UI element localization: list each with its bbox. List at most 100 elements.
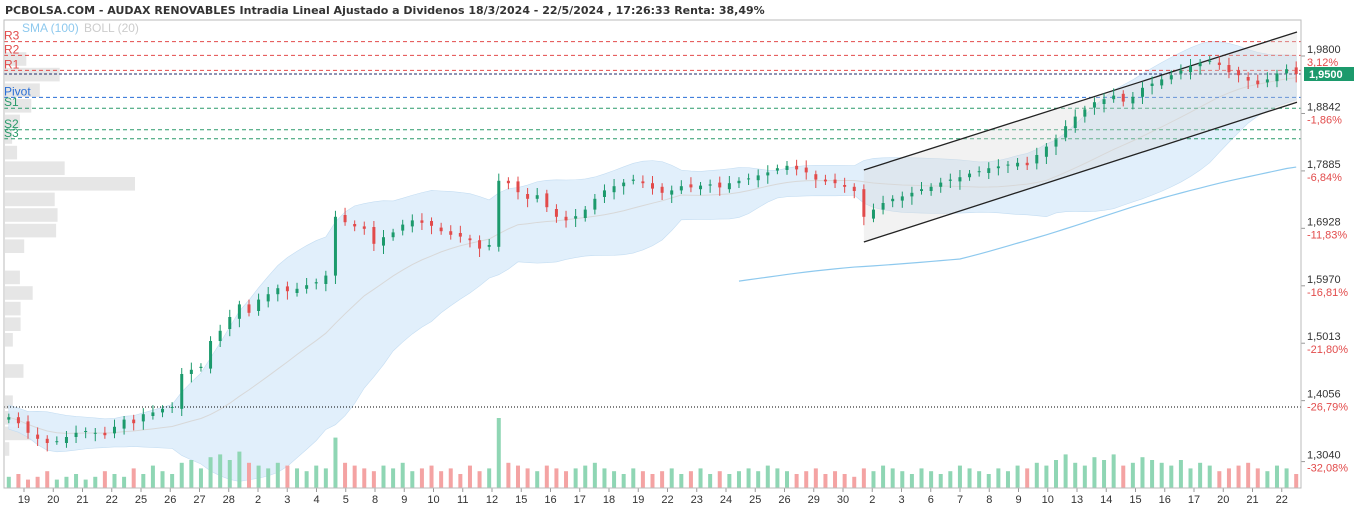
y-tick-label: 1,3040 (1307, 450, 1341, 462)
x-tick-label: 26 (778, 494, 790, 506)
candle-body (1016, 162, 1020, 167)
volume-bar (198, 468, 203, 488)
volume-profile-bar (5, 192, 55, 207)
candle-body (487, 245, 491, 247)
candle-body (151, 412, 155, 416)
candle-body (1265, 79, 1269, 83)
volume-bar (1005, 471, 1010, 488)
y-tick-percent: -21,80% (1307, 344, 1348, 356)
volume-profile-bar (5, 208, 58, 222)
y-tick-percent: -1,86% (1307, 114, 1342, 126)
x-tick-label: 28 (223, 494, 235, 506)
candle (497, 173, 501, 252)
volume-bar (938, 474, 943, 488)
candle-body (209, 341, 213, 369)
volume-bar (1217, 471, 1222, 488)
volume-bar (400, 462, 405, 488)
volume-bar (727, 474, 732, 488)
volume-bar (794, 474, 799, 488)
volume-bar (564, 471, 569, 488)
x-tick-label: 17 (574, 494, 586, 506)
y-tick-percent: -11,83% (1307, 229, 1347, 241)
candle-body (353, 224, 357, 227)
y-tick-percent: -26,79% (1307, 402, 1348, 414)
candle-body (843, 185, 847, 187)
volume-profile-bar (5, 223, 57, 238)
volume-bar (1150, 460, 1155, 488)
candle-body (64, 437, 68, 443)
candle-body (1160, 79, 1164, 86)
volume-bar (1054, 460, 1059, 488)
candle-body (602, 190, 606, 197)
volume-bar (1284, 468, 1289, 488)
candle-body (305, 285, 309, 289)
candle (180, 368, 184, 416)
candle-body (420, 220, 424, 223)
candle-body (103, 432, 107, 436)
candle-body (1275, 73, 1279, 82)
volume-profile-bar (5, 161, 65, 175)
candle-body (132, 419, 136, 424)
candle-body (968, 173, 972, 178)
volume-bar (496, 418, 501, 488)
candle-body (1294, 67, 1298, 74)
volume-bar (1140, 457, 1145, 488)
candle-body (295, 288, 299, 293)
volume-bar (785, 471, 790, 488)
legend-sma-label: SMA (100) (22, 21, 79, 35)
volume-bar (833, 471, 838, 488)
candle-body (631, 179, 635, 181)
candle-body (112, 426, 116, 434)
volume-bar (160, 471, 165, 488)
candle-body (1198, 62, 1202, 67)
x-tick-label: 25 (135, 494, 147, 506)
volume-bar (189, 460, 194, 488)
candle-body (622, 182, 626, 187)
candle-body (468, 238, 472, 241)
volume-bar (592, 462, 597, 488)
candle-body (199, 366, 203, 368)
level-label-r1: R1 (4, 57, 20, 71)
candle-body (1025, 162, 1029, 166)
x-tick-label: 7 (957, 494, 963, 506)
candle-body (266, 294, 270, 302)
volume-bar (890, 468, 895, 488)
candle-body (804, 167, 808, 173)
volume-bar (1121, 465, 1126, 488)
volume-bar (1265, 471, 1270, 488)
candle-body (823, 179, 827, 182)
volume-profile-bar (5, 177, 135, 191)
volume-bar (371, 471, 376, 488)
volume-bar (391, 468, 396, 488)
candle-body (948, 179, 952, 181)
volume-bar (1092, 457, 1097, 488)
x-tick-label: 22 (106, 494, 118, 506)
candle-body (285, 286, 289, 292)
candle-body (74, 432, 78, 437)
volume-bar (986, 474, 991, 488)
candle-body (641, 181, 645, 184)
candle-body (996, 166, 1000, 169)
volume-bar (122, 476, 127, 488)
x-tick-label: 15 (1129, 494, 1141, 506)
candle-body (593, 198, 597, 210)
candle-body (141, 414, 145, 422)
y-tick-label: 1,5013 (1307, 331, 1341, 343)
volume-bar (102, 471, 107, 488)
candle-body (430, 221, 434, 226)
candle-body (1246, 77, 1250, 81)
volume-bar (929, 471, 934, 488)
volume-bar (54, 479, 59, 488)
x-tick-label: 22 (661, 494, 673, 506)
volume-profile-bar (5, 239, 25, 253)
volume-bar (506, 462, 511, 488)
volume-bar (823, 474, 828, 488)
candle-body (900, 196, 904, 201)
candle-body (1092, 102, 1096, 108)
volume-bar (1198, 462, 1203, 488)
x-tick-label: 2 (869, 494, 875, 506)
volume-bar (208, 457, 213, 488)
volume-bar (861, 468, 866, 488)
candle-body (833, 179, 837, 184)
x-tick-label: 27 (193, 494, 205, 506)
